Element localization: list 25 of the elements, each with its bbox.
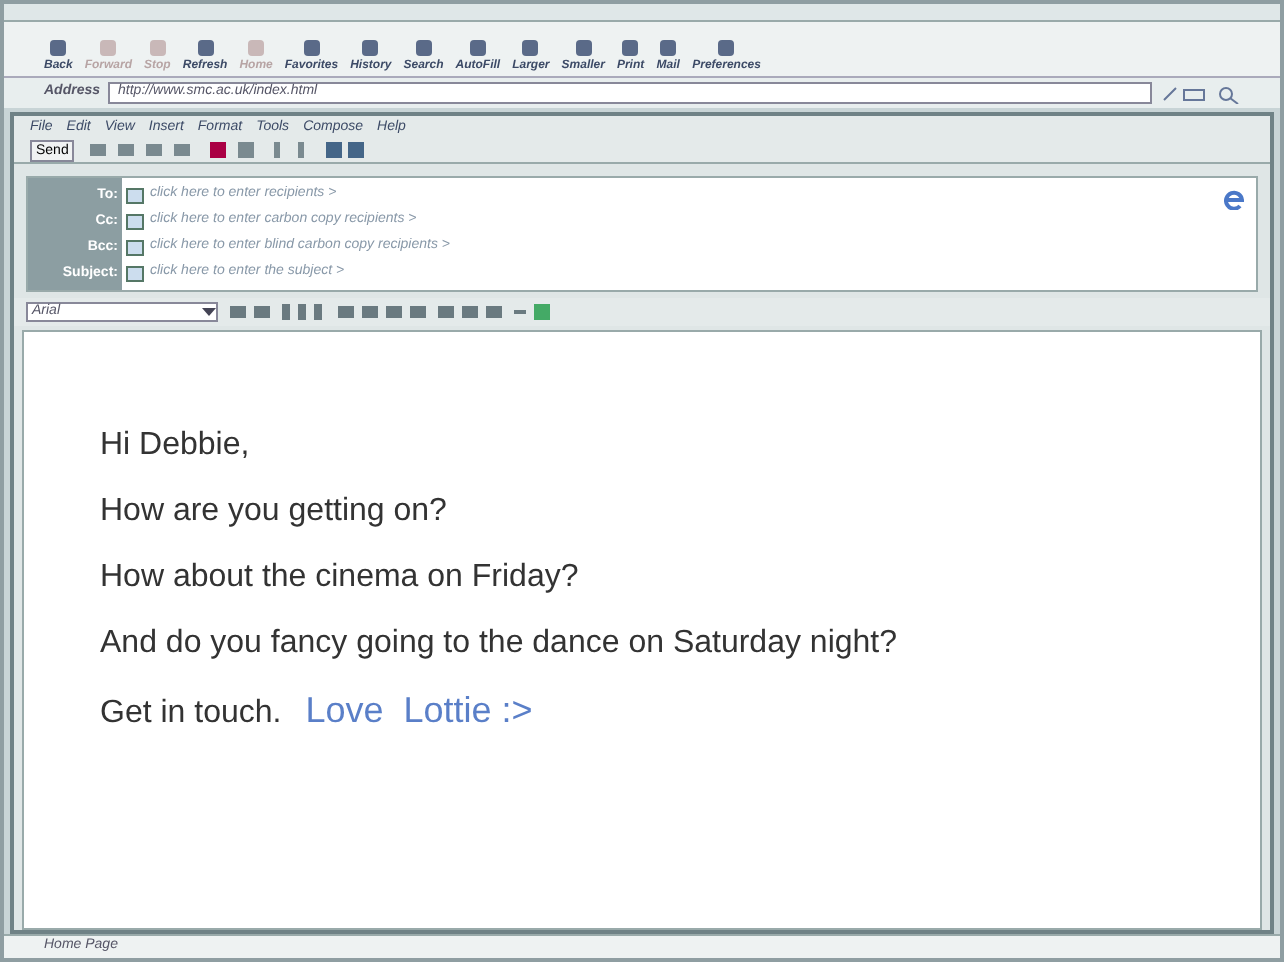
square-icon: [193, 36, 218, 60]
square-icon: [714, 36, 739, 60]
message-line: And do you fancy going to the dance on Saturday night?: [100, 624, 898, 664]
search-icon[interactable]: [1216, 83, 1240, 103]
dropdown-arrow-icon: [202, 306, 216, 318]
square-icon: [618, 36, 643, 60]
square-icon: [411, 36, 436, 60]
square-icon: [571, 36, 596, 60]
message-line: How are you getting on?: [100, 492, 447, 532]
message-line: Get in touch.: [100, 694, 282, 734]
square-icon: [358, 36, 383, 60]
signoff-text: Love Lottie :>: [305, 688, 533, 732]
message-line: Hi Debbie,: [100, 426, 250, 466]
square-icon: [46, 36, 71, 60]
square-icon: [96, 36, 121, 60]
message-body[interactable]: Hi Debbie, How are you getting on? How about the cinema on Friday? And do you fancy going to the dance on Saturday night? Get in touch. Love Lottie :>: [22, 330, 1262, 930]
go-icon[interactable]: [1160, 83, 1208, 103]
message-line: How about the cinema on Friday?: [100, 558, 579, 598]
square-icon: [299, 36, 324, 60]
square-icon: [518, 36, 543, 60]
square-icon: [244, 36, 269, 60]
square-icon: [145, 36, 170, 60]
browser-logo-icon: [1224, 186, 1244, 210]
square-icon: [465, 36, 490, 60]
square-icon: [656, 36, 681, 60]
